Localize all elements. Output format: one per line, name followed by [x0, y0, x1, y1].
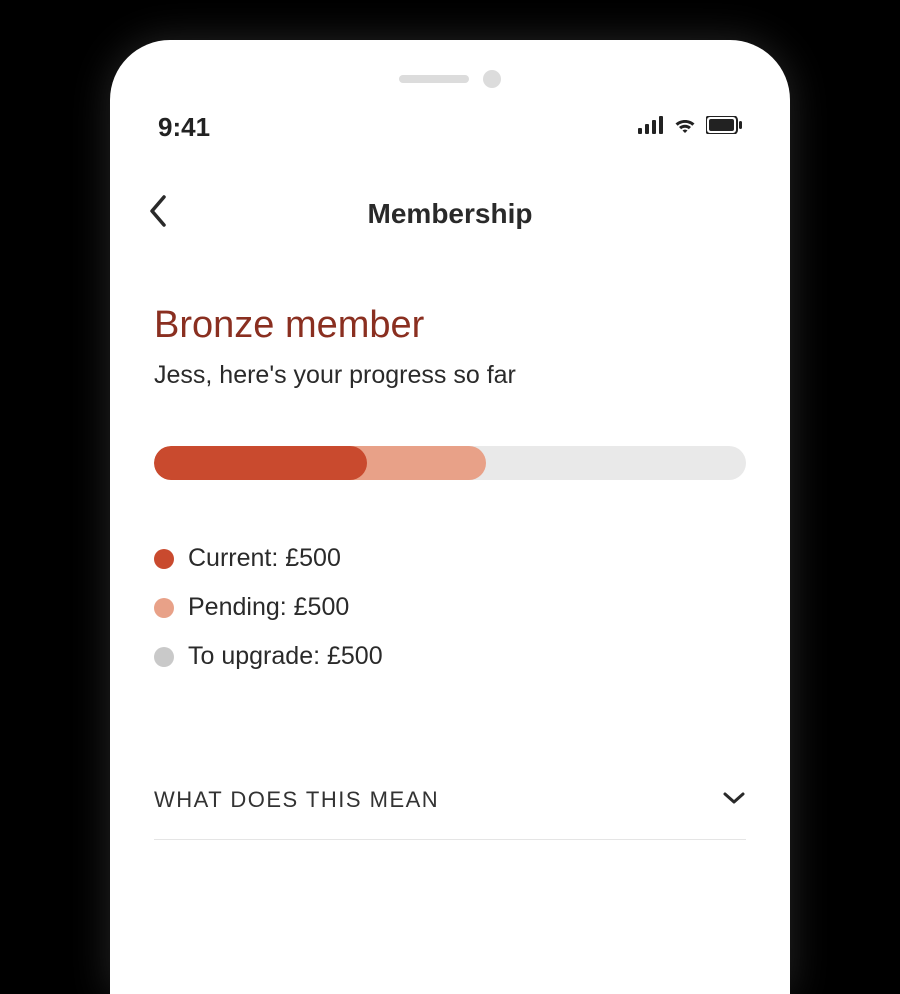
nav-header: Membership: [110, 193, 790, 234]
progress-subtitle: Jess, here's your progress so far: [154, 361, 746, 390]
wifi-icon: [672, 115, 698, 140]
content: Bronze member Jess, here's your progress…: [110, 304, 790, 840]
legend-dot-current: [154, 549, 174, 569]
accordion-what-does-this-mean[interactable]: WHAT DOES THIS MEAN: [154, 761, 746, 840]
status-icons: [638, 115, 742, 140]
battery-icon: [706, 116, 742, 139]
tier-heading: Bronze member: [154, 304, 746, 347]
progress-current-fill: [154, 446, 367, 480]
phone-frame: 9:41: [110, 40, 790, 994]
status-bar: 9:41: [110, 112, 790, 143]
legend-dot-upgrade: [154, 647, 174, 667]
legend-row-current: Current: £500: [154, 544, 746, 573]
legend: Current: £500 Pending: £500 To upgrade: …: [154, 544, 746, 671]
page-title: Membership: [368, 198, 533, 230]
legend-row-upgrade: To upgrade: £500: [154, 642, 746, 671]
back-button[interactable]: [146, 193, 168, 234]
progress-bar: [154, 446, 746, 480]
legend-label-current: Current: £500: [188, 544, 341, 573]
legend-label-pending: Pending: £500: [188, 593, 349, 622]
legend-row-pending: Pending: £500: [154, 593, 746, 622]
speaker-slot: [399, 75, 469, 83]
notch: [110, 70, 790, 88]
accordion-label: WHAT DOES THIS MEAN: [154, 787, 439, 813]
legend-dot-pending: [154, 598, 174, 618]
legend-label-upgrade: To upgrade: £500: [188, 642, 383, 671]
cellular-icon: [638, 116, 664, 139]
status-time: 9:41: [158, 112, 210, 143]
chevron-down-icon: [722, 791, 746, 810]
front-camera-dot: [483, 70, 501, 88]
